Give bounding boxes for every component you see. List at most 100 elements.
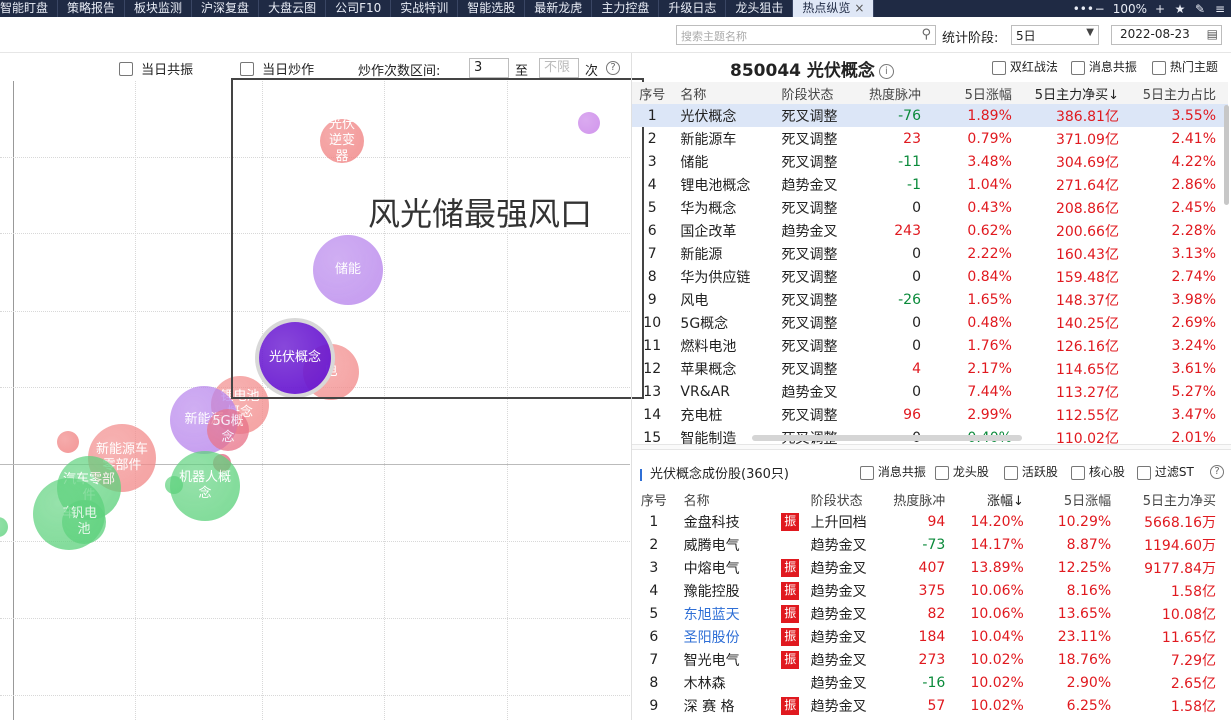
table-row[interactable]: 2 威腾电气 趋势金叉 -73 14.17% 8.87% 1194.60万 [632,533,1228,556]
table-row[interactable]: 7 智光电气 振趋势金叉 273 10.02% 18.76% 7.29亿 [632,648,1228,671]
stock-option-filter-st[interactable]: 过滤ST [1137,463,1194,480]
bubble-7[interactable]: 5G概念 [207,409,249,451]
stock-option-active[interactable]: 活跃股 [1004,463,1058,480]
table-row[interactable]: 5 华为概念 死叉调整 0 0.43% 208.86亿 2.45% [632,196,1228,219]
resonance-badge[interactable]: 振 [781,627,800,646]
tab-9[interactable]: 主力控盘 [592,0,660,17]
stock-option-leader[interactable]: 龙头股 [935,463,989,480]
bubble-13[interactable] [165,476,183,494]
stock-col-chg[interactable]: 涨幅↓ [957,488,1036,510]
table-row[interactable]: 8 华为供应链 死叉调整 0 0.84% 159.48亿 2.74% [632,265,1228,288]
table-row[interactable]: 2 新能源车 死叉调整 23 0.79% 371.09亿 2.41% [632,127,1228,150]
tab-3[interactable]: 沪深复盘 [192,0,260,17]
tab-1[interactable]: 策略报告 [58,0,126,17]
table-row[interactable]: 7 新能源 死叉调整 0 2.22% 160.43亿 3.13% [632,242,1228,265]
table-row[interactable]: 3 储能 死叉调整 -11 3.48% 304.69亿 4.22% [632,150,1228,173]
table-row[interactable]: 4 豫能控股 振趋势金叉 375 10.06% 8.16% 1.58亿 [632,579,1228,602]
table-row[interactable]: 3 中熔电气 振趋势金叉 407 13.89% 12.25% 9177.84万 [632,556,1228,579]
range-from-input[interactable]: 3 [469,58,509,78]
stock-col-chg5[interactable]: 5日涨幅 [1036,488,1123,510]
hot-theme-checkbox[interactable] [1152,60,1166,75]
option-hot-theme[interactable]: 热门主题 [1152,58,1218,75]
stock-active-checkbox[interactable] [1004,465,1018,480]
stock-option-news[interactable]: 消息共振 [860,463,926,480]
resonance-badge[interactable]: 振 [781,581,800,600]
date-picker[interactable]: 2022-08-23 ▤ [1111,25,1222,45]
same-day-resonance-option[interactable]: 当日共振 [119,59,193,78]
search-icon[interactable]: ⚲ [921,27,931,42]
tab-10[interactable]: 升级日志 [659,0,727,17]
more-icon[interactable]: ••• [1073,2,1094,16]
option-news-resonance[interactable]: 消息共振 [1071,58,1137,75]
stock-col-stage[interactable]: 阶段状态 [807,488,888,510]
table-row[interactable]: 8 木林森 趋势金叉 -16 10.02% 2.90% 2.65亿 [632,671,1228,694]
news-resonance-checkbox[interactable] [1071,60,1085,75]
col-chg5[interactable]: 5日涨幅 [933,82,1024,104]
stock-option-core[interactable]: 核心股 [1071,463,1125,480]
calendar-icon[interactable]: ▤ [1207,27,1218,41]
same-day-hype-option[interactable]: 当日炒作 [240,59,314,78]
table-row[interactable]: 4 锂电池概念 趋势金叉 -1 1.04% 271.64亿 2.86% [632,173,1228,196]
bubble-16[interactable] [0,517,8,537]
menu-icon[interactable]: ≡ [1213,2,1227,16]
col-seq[interactable]: 序号 [632,82,672,104]
vertical-scrollbar[interactable] [1224,105,1229,205]
zoom-in-icon[interactable]: + [1153,2,1167,16]
resonance-badge[interactable]: 振 [781,650,800,669]
table-row[interactable]: 6 圣阳股份 振趋势金叉 184 10.04% 23.11% 11.65亿 [632,625,1228,648]
info-icon[interactable]: i [878,63,894,79]
stock-core-checkbox[interactable] [1071,465,1085,480]
option-double-red[interactable]: 双红战法 [992,58,1058,75]
table-row[interactable]: 9 深 赛 格 振趋势金叉 57 10.02% 6.25% 1.58亿 [632,694,1228,717]
star-icon[interactable]: ★ [1173,2,1187,16]
tab-5[interactable]: 公司F10 [326,0,392,17]
resonance-badge[interactable]: 振 [781,604,800,623]
double-red-checkbox[interactable] [992,60,1006,75]
resonance-badge[interactable]: 振 [781,512,800,531]
tab-8[interactable]: 最新龙虎 [525,0,593,17]
tab-6[interactable]: 实战特训 [391,0,459,17]
col-ratio5[interactable]: 5日主力占比 [1131,82,1228,104]
bubble-10[interactable] [57,431,79,453]
col-name[interactable]: 名称 [672,82,777,104]
table-row[interactable]: 12 苹果概念 死叉调整 4 2.17% 114.65亿 3.61% [632,357,1228,380]
tab-7[interactable]: 智能选股 [458,0,526,17]
close-icon[interactable]: × [854,1,864,15]
range-to-input[interactable]: 不限 [539,58,579,78]
table-row[interactable]: 5 东旭蓝天 振趋势金叉 82 10.06% 13.65% 10.08亿 [632,602,1228,625]
stock-col-name[interactable]: 名称 [676,488,774,510]
table-row[interactable]: 1 金盘科技 振上升回档 94 14.20% 10.29% 5668.16万 [632,510,1228,533]
col-stage[interactable]: 阶段状态 [777,82,850,104]
table-row[interactable]: 9 风电 死叉调整 -26 1.65% 148.37亿 3.98% [632,288,1228,311]
tab-2[interactable]: 板块监测 [125,0,193,17]
filter-st-checkbox[interactable] [1137,465,1151,480]
same-day-resonance-checkbox[interactable] [119,61,133,76]
horizontal-scrollbar[interactable] [752,435,1022,441]
table-row[interactable]: 13 VR&AR 趋势金叉 0 7.44% 113.27亿 5.27% [632,380,1228,403]
help-icon[interactable]: ? [606,61,620,75]
same-day-hype-checkbox[interactable] [240,61,254,76]
tab-4[interactable]: 大盘云图 [259,0,327,17]
col-heat[interactable]: 热度脉冲 [850,82,933,104]
resonance-badge[interactable]: 振 [781,558,800,577]
tab-0[interactable]: 智能盯盘 [0,0,59,17]
edit-icon[interactable]: ✎ [1193,2,1207,16]
stock-col-net5[interactable]: 5日主力净买 [1123,488,1228,510]
table-row[interactable]: 1 光伏概念 死叉调整 -76 1.89% 386.81亿 3.55% [632,104,1228,127]
tab-11[interactable]: 龙头狙击 [726,0,794,17]
zoom-out-icon[interactable]: − [1093,2,1107,16]
stock-col-seq[interactable]: 序号 [632,488,676,510]
tab-12[interactable]: 热点纵览 × [793,0,875,17]
stocks-help-icon[interactable]: ? [1210,465,1224,479]
stock-col-heat[interactable]: 热度脉冲 [887,488,957,510]
stock-news-checkbox[interactable] [860,465,874,480]
bubble-15[interactable]: 钒电池 [62,500,106,544]
table-row[interactable]: 10 5G概念 死叉调整 0 0.48% 140.25亿 2.69% [632,311,1228,334]
col-net5[interactable]: 5日主力净买↓ [1024,82,1131,104]
period-select[interactable]: 5日 ▼ [1011,25,1099,45]
table-row[interactable]: 11 燃料电池 死叉调整 0 1.76% 126.16亿 3.24% [632,334,1228,357]
theme-search-input[interactable]: 搜索主题名称 ⚲ [676,25,936,45]
table-row[interactable]: 14 充电桩 死叉调整 96 2.99% 112.55亿 3.47% [632,403,1228,426]
stock-leader-checkbox[interactable] [935,465,949,480]
resonance-badge[interactable]: 振 [781,696,800,715]
